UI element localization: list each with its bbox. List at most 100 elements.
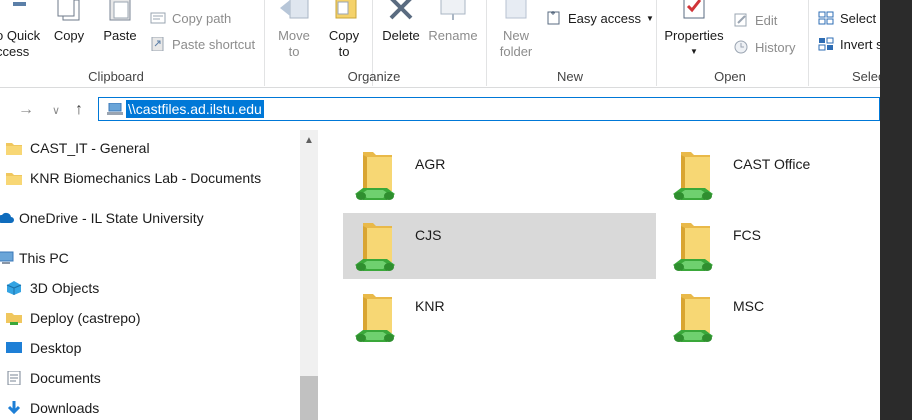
desktop-icon xyxy=(6,342,22,353)
nav-item-deploy-castrepo[interactable]: Deploy (castrepo) xyxy=(0,306,300,330)
pin-label-line1: o Quick xyxy=(0,28,41,43)
copy-to-label-line2: to xyxy=(338,44,350,59)
forward-arrow-icon[interactable]: → xyxy=(18,101,34,119)
cube-icon xyxy=(6,281,22,295)
network-drive-icon xyxy=(6,313,22,325)
nav-item-desktop[interactable]: Desktop xyxy=(0,336,300,360)
rename-button[interactable]: Rename xyxy=(428,0,478,50)
invert-selection-icon xyxy=(818,37,834,51)
delete-icon xyxy=(389,0,413,20)
network-computer-icon xyxy=(107,103,123,115)
copy-button[interactable]: Copy xyxy=(50,0,88,50)
copy-label: Copy xyxy=(53,28,85,43)
share-name: AGR xyxy=(415,156,446,172)
easy-access-button[interactable]: Easy access ▼ xyxy=(546,10,654,28)
new-group-label: New xyxy=(556,69,583,84)
address-path-text[interactable]: \\castfiles.ad.ilstu.edu xyxy=(126,100,264,118)
share-tile[interactable]: AGR xyxy=(343,142,656,208)
properties-button[interactable]: Properties ▼ xyxy=(662,0,726,62)
ribbon-separator xyxy=(808,0,809,86)
pin-icon xyxy=(13,2,26,6)
ribbon-separator xyxy=(656,0,657,86)
move-to-label-line1: Move xyxy=(278,28,310,43)
nav-item-label: Deploy (castrepo) xyxy=(30,310,141,326)
nav-item-label: OneDrive - IL State University xyxy=(19,210,204,226)
nav-item-label: KNR Biomechanics Lab - Documents xyxy=(30,170,262,186)
nav-item-label: CAST_IT - General xyxy=(30,140,150,156)
network-share-folder-icon xyxy=(355,152,395,200)
paste-button[interactable]: Paste xyxy=(100,0,140,50)
nav-item-this-pc[interactable]: This PC xyxy=(0,246,300,270)
scroll-up-icon[interactable]: ▲ xyxy=(304,135,314,146)
edit-button[interactable]: Edit xyxy=(733,12,777,30)
share-name: MSC xyxy=(733,298,765,314)
network-share-folder-icon xyxy=(673,294,713,342)
nav-item-label: Downloads xyxy=(30,400,100,416)
delete-label: Delete xyxy=(382,28,420,43)
network-share-folder-icon xyxy=(673,223,713,271)
cloud-icon xyxy=(0,212,14,223)
share-tile[interactable]: CAST Office xyxy=(661,142,912,208)
share-tile[interactable]: KNR xyxy=(343,284,656,350)
computer-icon xyxy=(0,251,14,264)
share-name: KNR xyxy=(415,298,445,314)
recent-locations-chevron-icon[interactable]: ∨ xyxy=(52,104,60,117)
documents-icon xyxy=(7,371,21,385)
share-name: FCS xyxy=(733,227,761,243)
share-tile[interactable]: CJS xyxy=(343,213,656,279)
move-to-button[interactable]: Move to xyxy=(272,0,316,62)
nav-item-label: Documents xyxy=(30,370,101,386)
delete-button[interactable]: Delete xyxy=(378,0,424,50)
new-folder-icon xyxy=(505,0,527,19)
copy-path-icon xyxy=(150,12,166,24)
history-button[interactable]: History xyxy=(733,39,795,57)
copy-to-button[interactable]: Copy to xyxy=(322,0,366,62)
organize-group-label: Organize xyxy=(347,69,401,84)
new-folder-button[interactable]: New folder xyxy=(494,0,538,62)
copy-path-button[interactable]: Copy path xyxy=(150,10,231,28)
ribbon-separator xyxy=(264,0,265,86)
folder-icon xyxy=(6,173,22,185)
ribbon-separator xyxy=(486,0,487,86)
select-all-button[interactable]: Select r xyxy=(818,10,884,28)
window-edge xyxy=(880,0,912,420)
pin-to-quick-access-button[interactable]: o Quick ccess xyxy=(0,2,44,62)
up-arrow-icon[interactable]: ↑ xyxy=(75,101,83,119)
rename-icon xyxy=(440,0,466,20)
network-share-folder-icon xyxy=(355,223,395,271)
new-folder-label-line2: folder xyxy=(499,44,533,59)
nav-scrollbar[interactable]: ▲ xyxy=(300,130,318,420)
new-folder-label-line1: New xyxy=(502,28,529,43)
nav-item-label: This PC xyxy=(19,250,69,266)
select-all-icon xyxy=(818,11,834,25)
invert-selection-button[interactable]: Invert s xyxy=(818,36,883,54)
properties-icon xyxy=(683,0,705,19)
scroll-thumb[interactable] xyxy=(300,376,318,420)
paste-label: Paste xyxy=(103,28,137,43)
edit-icon xyxy=(734,13,747,27)
move-to-icon xyxy=(280,0,309,19)
share-name: CAST Office xyxy=(733,156,811,172)
easy-access-icon xyxy=(547,11,560,25)
nav-item-label: 3D Objects xyxy=(30,280,100,296)
address-bar[interactable]: \\castfiles.ad.ilstu.edu xyxy=(98,97,880,121)
content-pane: AGR CAST Office CJS FCS KNR MSC xyxy=(318,130,880,420)
share-name: CJS xyxy=(415,227,442,243)
nav-item-cast-it-general[interactable]: CAST_IT - General xyxy=(0,136,300,160)
nav-item-documents[interactable]: Documents xyxy=(0,366,300,390)
share-tile[interactable]: MSC xyxy=(661,284,912,350)
nav-item-3d-objects[interactable]: 3D Objects xyxy=(0,276,300,300)
nav-item-onedrive-il-state-university[interactable]: OneDrive - IL State University xyxy=(0,206,300,230)
move-to-label-line2: to xyxy=(288,44,300,59)
download-icon xyxy=(7,401,21,415)
copy-icon xyxy=(57,0,80,21)
address-row: → ∨ ↑ \\castfiles.ad.ilstu.edu xyxy=(0,89,880,129)
share-tile[interactable]: FCS xyxy=(661,213,912,279)
paste-shortcut-button[interactable]: Paste shortcut xyxy=(150,36,255,54)
nav-item-label: Desktop xyxy=(30,340,82,356)
nav-item-downloads[interactable]: Downloads xyxy=(0,396,300,420)
navigation-pane: CAST_IT - General KNR Biomechanics Lab - … xyxy=(0,130,318,420)
chevron-down-icon: ▼ xyxy=(645,14,654,23)
nav-item-knr-biomechanics-lab-documents[interactable]: KNR Biomechanics Lab - Documents xyxy=(0,166,300,190)
clipboard-group-label: Clipboard xyxy=(88,69,144,84)
